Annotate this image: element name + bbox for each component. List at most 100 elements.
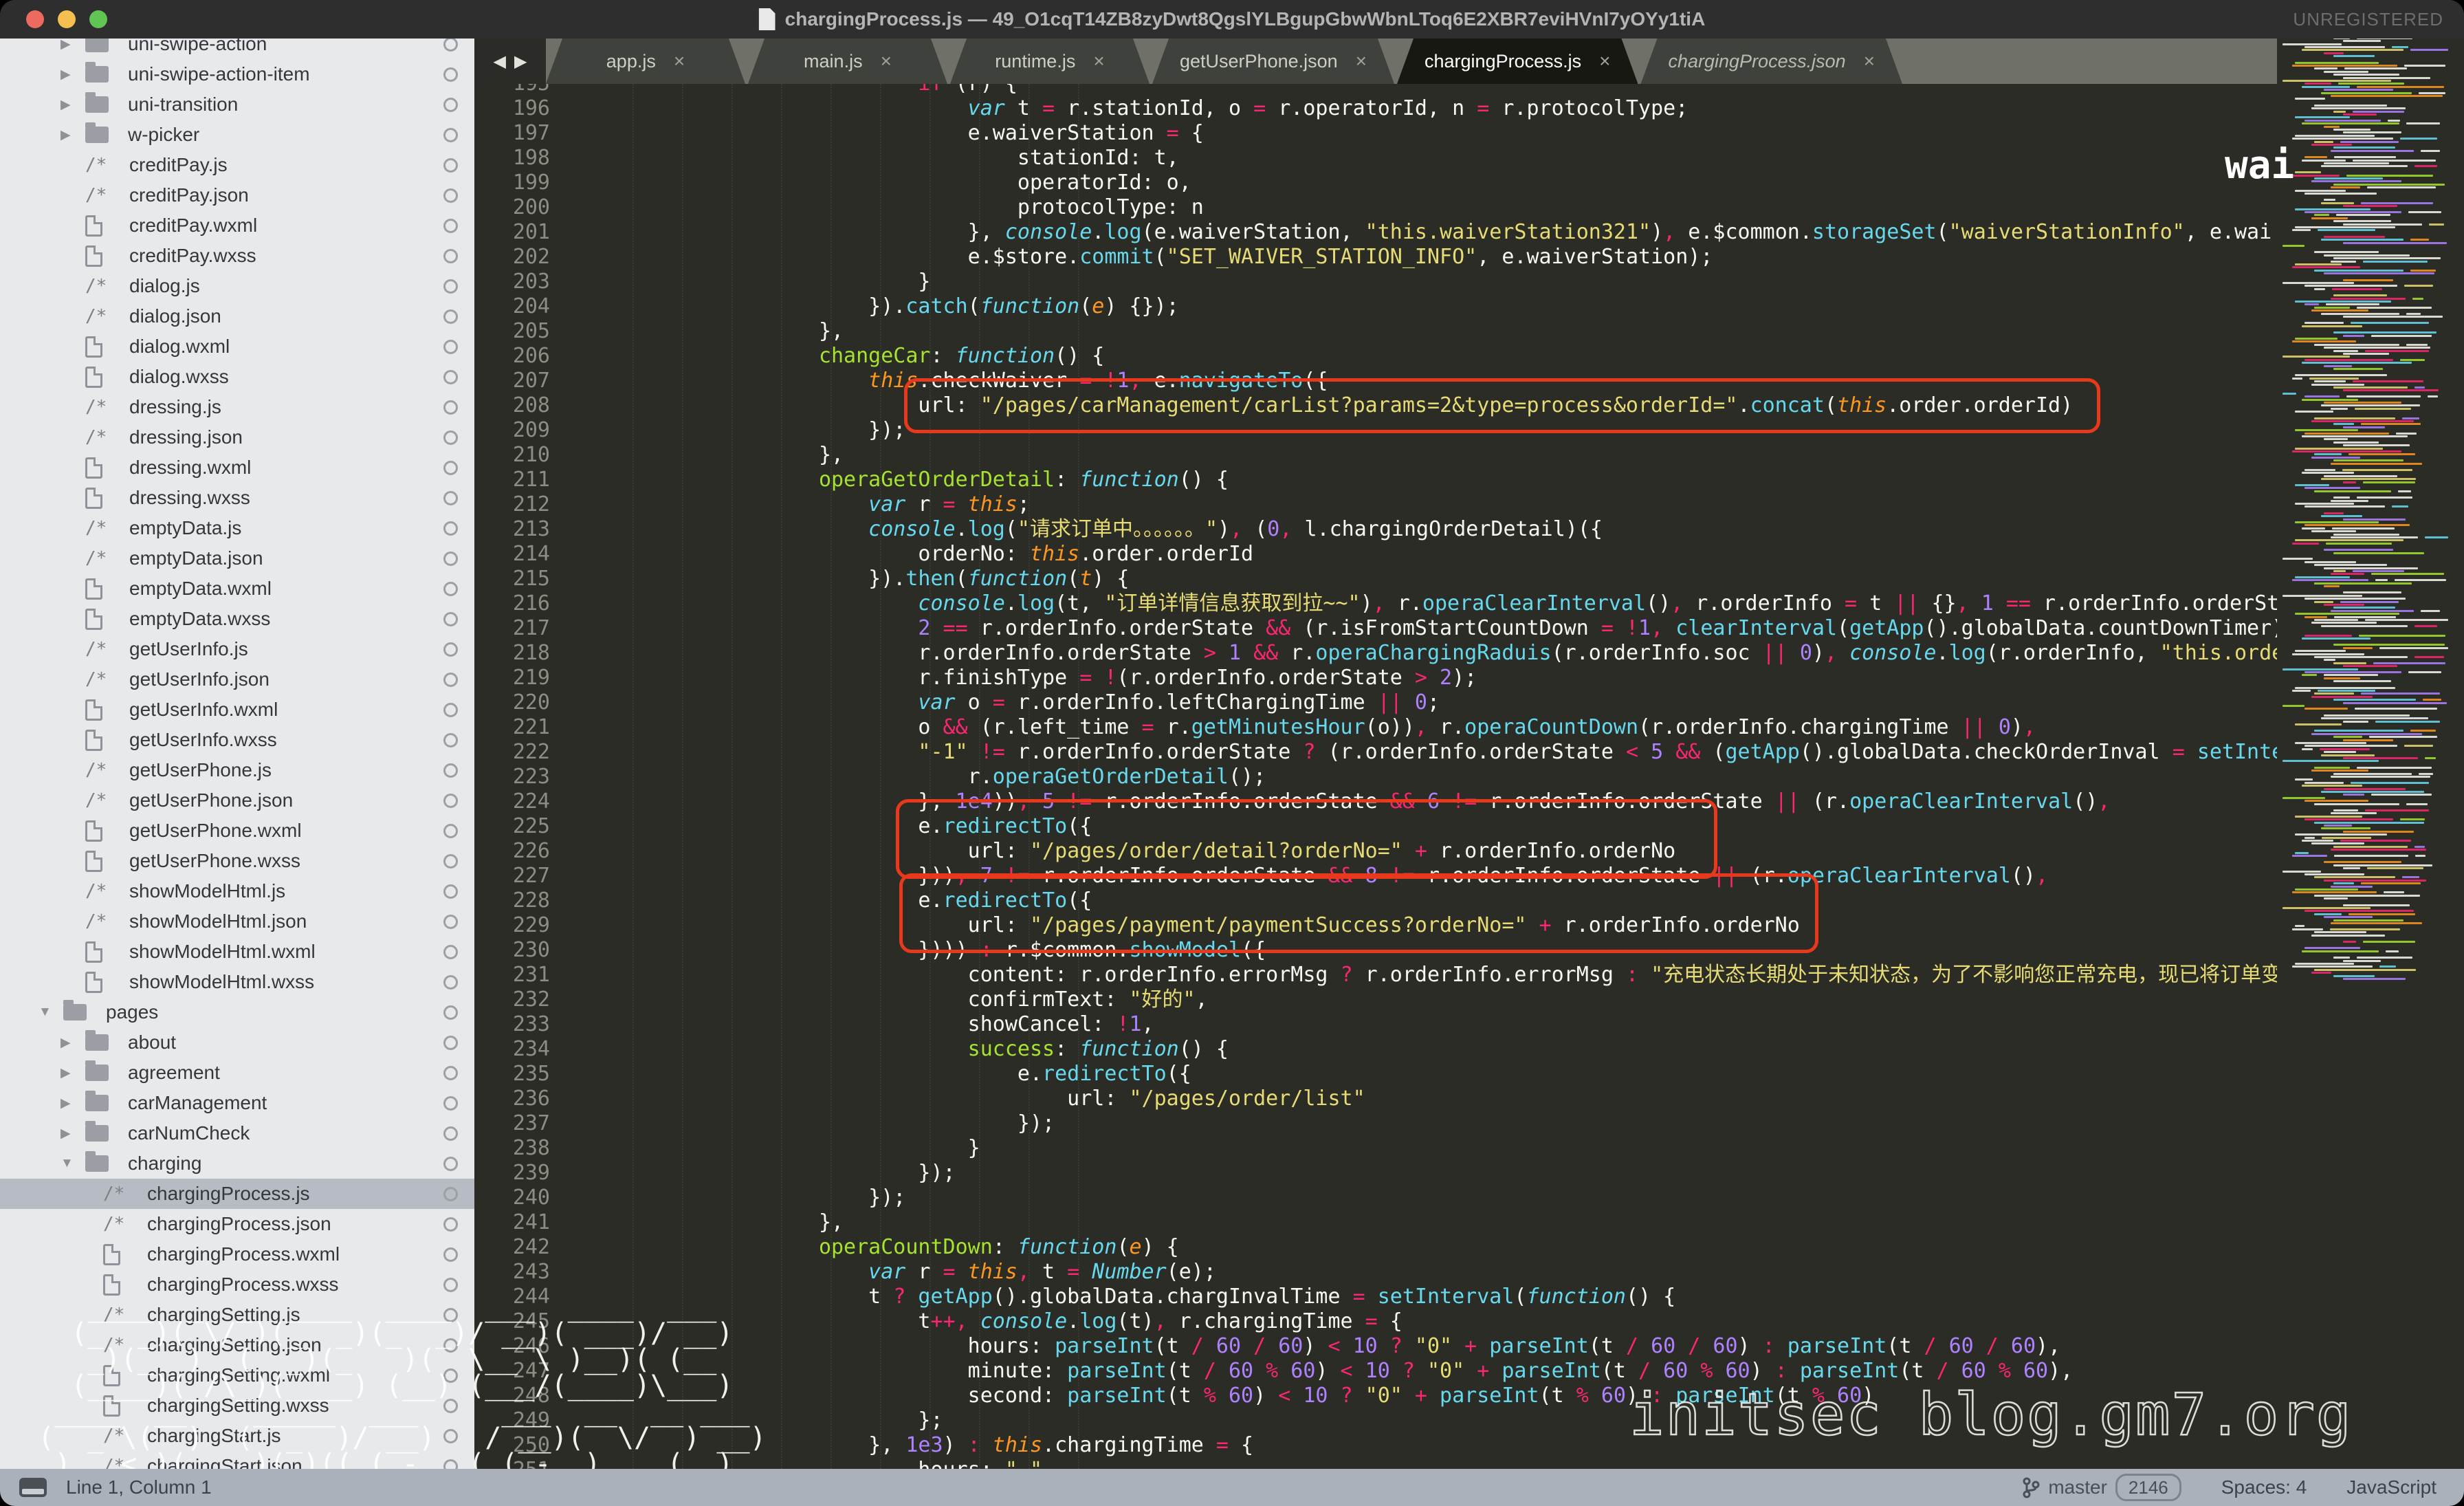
- minimap-line: [2371, 335, 2432, 337]
- minimap-line: [2367, 186, 2436, 188]
- sidebar-item-dressing.wxss[interactable]: dressing.wxss: [0, 483, 474, 513]
- line-number: 199: [474, 171, 550, 195]
- sidebar-item-showModelHtml.wxss[interactable]: showModelHtml.wxss: [0, 967, 474, 997]
- tab-history-back-icon[interactable]: ◀: [494, 52, 506, 72]
- code-line: 196 var t = r.stationId, o = r.operatorI…: [474, 96, 2464, 121]
- minimap-line: [2282, 668, 2358, 670]
- tab-chargingProcess.js[interactable]: chargingProcess.js×: [1397, 39, 1638, 84]
- sidebar-item-getUserPhone.wxml[interactable]: getUserPhone.wxml: [0, 816, 474, 846]
- sidebar-item-label: carNumCheck: [128, 1122, 250, 1144]
- disclosure-collapsed-icon[interactable]: ▶: [60, 1035, 71, 1051]
- sidebar-item-creditPay.json[interactable]: /*creditPay.json: [0, 180, 474, 210]
- minimap[interactable]: [2277, 0, 2464, 1506]
- disclosure-expanded-icon[interactable]: ▼: [60, 1156, 74, 1171]
- sidebar-item-chargingSetting.js[interactable]: /*chargingSetting.js: [0, 1300, 474, 1330]
- tab-chargingProcess.json[interactable]: chargingProcess.json×: [1640, 39, 1902, 84]
- sidebar-item-getUserInfo.wxml[interactable]: getUserInfo.wxml: [0, 695, 474, 725]
- sidebar-item-showModelHtml.wxml[interactable]: showModelHtml.wxml: [0, 937, 474, 967]
- sidebar-item-dressing.js[interactable]: /*dressing.js: [0, 392, 474, 422]
- sidebar-item-dressing.json[interactable]: /*dressing.json: [0, 422, 474, 452]
- sidebar-item-chargingProcess.js[interactable]: /*chargingProcess.js: [0, 1179, 474, 1209]
- sidebar-item-chargingSetting.wxml[interactable]: chargingSetting.wxml: [0, 1360, 474, 1390]
- sidebar-item-about[interactable]: ▶about: [0, 1027, 474, 1058]
- sidebar-item-dialog.js[interactable]: /*dialog.js: [0, 271, 474, 301]
- file-tree-sidebar[interactable]: ▶uni-swipe-action▶uni-swipe-action-item▶…: [0, 39, 474, 1469]
- minimap-line: [2333, 975, 2375, 977]
- sidebar-item-w-picker[interactable]: ▶w-picker: [0, 120, 474, 150]
- tab-history-forward-icon[interactable]: ▶: [514, 52, 527, 72]
- script-file-icon: /*: [103, 1456, 124, 1469]
- disclosure-collapsed-icon[interactable]: ▶: [60, 1126, 71, 1142]
- sidebar-item-chargingStart.js[interactable]: /*chargingStart.js: [0, 1421, 474, 1451]
- sidebar-item-emptyData.js[interactable]: /*emptyData.js: [0, 513, 474, 543]
- sidebar-item-creditPay.wxss[interactable]: creditPay.wxss: [0, 241, 474, 271]
- syntax-status[interactable]: JavaScript: [2346, 1476, 2436, 1498]
- sidebar-item-creditPay.js[interactable]: /*creditPay.js: [0, 150, 474, 180]
- zoom-button[interactable]: [89, 10, 107, 28]
- tab-close-icon[interactable]: ×: [1356, 50, 1367, 72]
- disclosure-collapsed-icon[interactable]: ▶: [60, 67, 71, 83]
- git-branch-status[interactable]: master 2146: [2022, 1474, 2181, 1501]
- disclosure-collapsed-icon[interactable]: ▶: [60, 39, 71, 52]
- minimap-line: [2302, 472, 2354, 474]
- sidebar-item-emptyData.wxml[interactable]: emptyData.wxml: [0, 574, 474, 604]
- tab-runtime.js[interactable]: runtime.js×: [950, 39, 1150, 84]
- sidebar-item-getUserPhone.js[interactable]: /*getUserPhone.js: [0, 755, 474, 785]
- minimap-line: [2343, 904, 2410, 906]
- sidebar-item-chargingSetting.wxss[interactable]: chargingSetting.wxss: [0, 1390, 474, 1421]
- disclosure-collapsed-icon[interactable]: ▶: [60, 1065, 71, 1081]
- sidebar-item-getUserInfo.json[interactable]: /*getUserInfo.json: [0, 664, 474, 695]
- tab-main.js[interactable]: main.js×: [748, 39, 947, 84]
- tab-close-icon[interactable]: ×: [1599, 50, 1610, 72]
- disclosure-collapsed-icon[interactable]: ▶: [60, 97, 71, 113]
- sidebar-item-getUserInfo.wxss[interactable]: getUserInfo.wxss: [0, 725, 474, 755]
- sidebar-item-showModelHtml.js[interactable]: /*showModelHtml.js: [0, 876, 474, 906]
- minimap-line: [2304, 359, 2393, 361]
- disclosure-collapsed-icon[interactable]: ▶: [60, 1095, 71, 1111]
- tab-close-icon[interactable]: ×: [1864, 50, 1875, 72]
- sidebar-item-showModelHtml.json[interactable]: /*showModelHtml.json: [0, 906, 474, 937]
- sidebar-item-dressing.wxml[interactable]: dressing.wxml: [0, 452, 474, 483]
- sidebar-item-uni-transition[interactable]: ▶uni-transition: [0, 89, 474, 120]
- minimap-line: [2333, 423, 2354, 425]
- minimap-line: [2408, 671, 2441, 673]
- sidebar-item-creditPay.wxml[interactable]: creditPay.wxml: [0, 210, 474, 241]
- minimap-line: [2343, 113, 2377, 116]
- file-status-icon: [443, 884, 458, 899]
- sidebar-item-emptyData.wxss[interactable]: emptyData.wxss: [0, 604, 474, 634]
- code-editor[interactable]: 195 if (r) {196 var t = r.stationId, o =…: [474, 84, 2464, 1469]
- tab-close-icon[interactable]: ×: [881, 50, 892, 72]
- sidebar-item-agreement[interactable]: ▶agreement: [0, 1058, 474, 1088]
- tab-close-icon[interactable]: ×: [1093, 50, 1104, 72]
- sidebar-item-getUserPhone.wxss[interactable]: getUserPhone.wxss: [0, 846, 474, 876]
- sidebar-toggle-icon[interactable]: [19, 1478, 47, 1497]
- sidebar-item-uni-swipe-action-item[interactable]: ▶uni-swipe-action-item: [0, 59, 474, 89]
- sidebar-item-chargingSetting.json[interactable]: /*chargingSetting.json: [0, 1330, 474, 1360]
- disclosure-expanded-icon[interactable]: ▼: [38, 1005, 52, 1020]
- sidebar-item-chargingProcess.wxml[interactable]: chargingProcess.wxml: [0, 1239, 474, 1269]
- sidebar-item-chargingProcess.wxss[interactable]: chargingProcess.wxss: [0, 1269, 474, 1300]
- minimize-button[interactable]: [58, 10, 76, 28]
- sidebar-item-label: emptyData.wxml: [129, 578, 272, 600]
- sidebar-item-uni-swipe-action[interactable]: ▶uni-swipe-action: [0, 39, 474, 59]
- minimap-line: [2343, 721, 2368, 723]
- sidebar-item-carNumCheck[interactable]: ▶ carNumCheck: [0, 1118, 474, 1148]
- sidebar-item-charging[interactable]: ▼charging: [0, 1148, 474, 1179]
- tab-getUserPhone.json[interactable]: getUserPhone.json×: [1152, 39, 1394, 84]
- tab-app.js[interactable]: app.js×: [546, 39, 745, 84]
- sidebar-item-chargingStart.json[interactable]: /*chargingStart.json: [0, 1451, 474, 1469]
- sidebar-item-carManagement[interactable]: ▶carManagement: [0, 1088, 474, 1118]
- indentation-status[interactable]: Spaces: 4: [2221, 1476, 2307, 1498]
- sidebar-item-getUserInfo.js[interactable]: /*getUserInfo.js: [0, 634, 474, 664]
- sidebar-item-dialog.wxml[interactable]: dialog.wxml: [0, 331, 474, 362]
- disclosure-collapsed-icon[interactable]: ▶: [60, 127, 71, 143]
- sidebar-item-getUserPhone.json[interactable]: /*getUserPhone.json: [0, 785, 474, 816]
- sidebar-item-dialog.json[interactable]: /*dialog.json: [0, 301, 474, 331]
- sidebar-item-pages[interactable]: ▼pages: [0, 997, 474, 1027]
- sidebar-item-chargingProcess.json[interactable]: /*chargingProcess.json: [0, 1209, 474, 1239]
- tab-close-icon[interactable]: ×: [674, 50, 685, 72]
- file-status-icon: [443, 98, 458, 112]
- sidebar-item-emptyData.json[interactable]: /*emptyData.json: [0, 543, 474, 574]
- sidebar-item-dialog.wxss[interactable]: dialog.wxss: [0, 362, 474, 392]
- close-button[interactable]: [26, 10, 44, 28]
